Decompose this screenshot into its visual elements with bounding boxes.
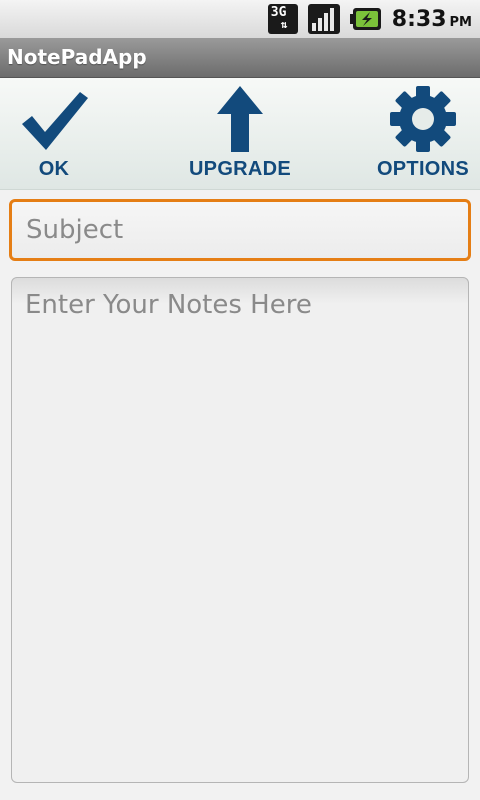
- ok-button[interactable]: OK: [14, 78, 94, 190]
- up-arrow-icon: [215, 78, 265, 154]
- app-title: NotePadApp: [7, 45, 147, 69]
- subject-input[interactable]: [9, 199, 471, 261]
- title-bar: NotePadApp: [0, 38, 480, 78]
- options-button[interactable]: OPTIONS: [368, 78, 478, 190]
- clock-ampm: PM: [449, 14, 472, 30]
- options-label: OPTIONS: [376, 158, 470, 180]
- ok-label: OK: [38, 158, 70, 180]
- battery-charging-icon: [349, 7, 382, 31]
- gear-icon: [388, 78, 458, 154]
- upgrade-label: UPGRADE: [188, 158, 292, 180]
- toolbar: OK UPGRADE OPTIONS: [0, 78, 480, 190]
- data-activity-arrows-icon: ⇅: [280, 18, 288, 31]
- clock-time: 8:33: [391, 6, 447, 32]
- network-3g-icon: 3G ⇅: [267, 4, 298, 34]
- signal-strength-icon: [307, 4, 340, 34]
- status-bar: 3G ⇅ 8:33 PM: [0, 0, 480, 38]
- clock: 8:33 PM: [392, 7, 472, 32]
- checkmark-icon: [18, 78, 90, 154]
- notes-textarea[interactable]: [11, 277, 469, 783]
- upgrade-button[interactable]: UPGRADE: [180, 78, 300, 190]
